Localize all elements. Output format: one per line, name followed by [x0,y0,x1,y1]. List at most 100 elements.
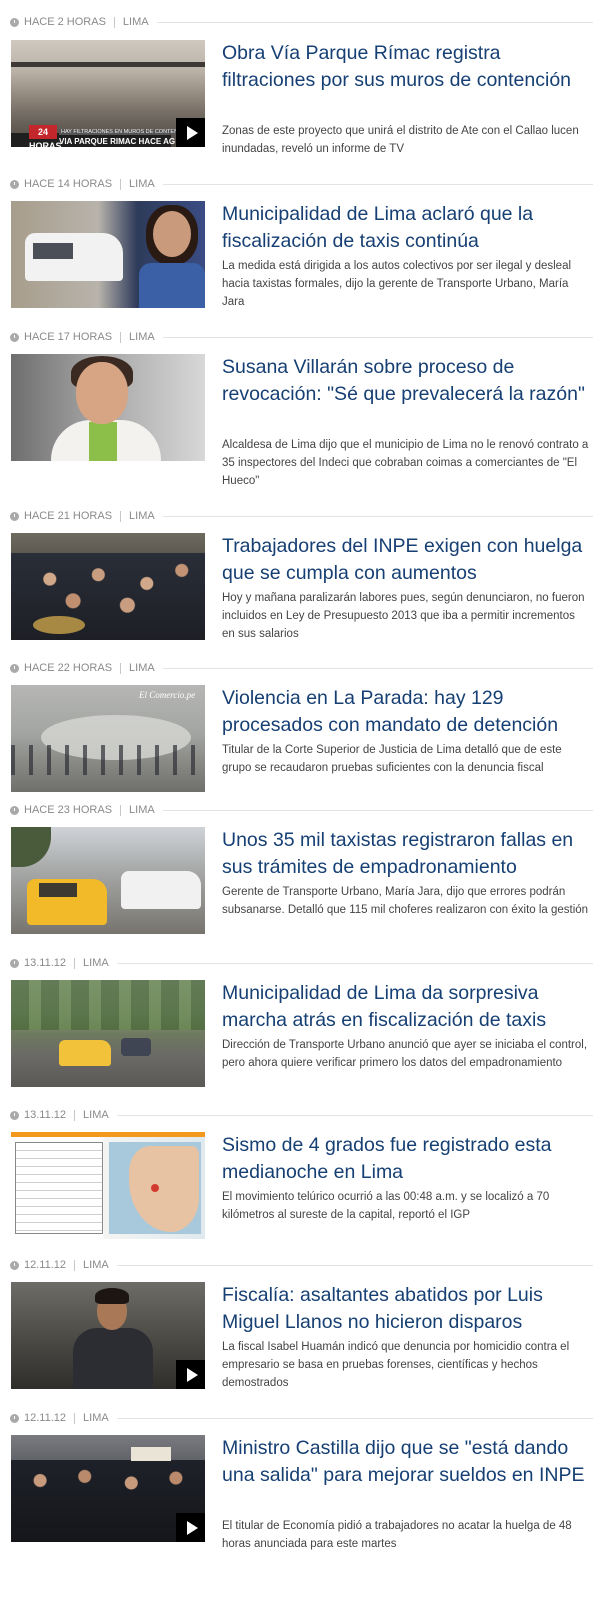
news-section-link[interactable]: LIMA [83,957,109,969]
clock-icon [10,958,19,968]
news-time: 12.11.12 [24,1412,67,1424]
car-window-shape [39,883,77,897]
news-time: HACE 17 HORAS [24,331,113,343]
news-section-link[interactable]: LIMA [83,1412,109,1424]
news-section-link[interactable]: LIMA [129,804,155,816]
news-headline-link[interactable]: Fiscalía: asaltantes abatidos por Luis M… [222,1282,597,1335]
news-meta: HACE 23 HORAS LIMA [10,803,163,817]
news-thumbnail[interactable]: 24 HORAS HAY FILTRACIONES EN MUROS DE CO… [11,40,205,147]
separator [120,178,122,190]
crowd-shape [11,745,205,775]
news-headline-link[interactable]: Municipalidad de Lima aclaró que la fisc… [222,201,597,254]
news-time: HACE 21 HORAS [24,510,113,522]
news-headline-link[interactable]: Trabajadores del INPE exigen con huelga … [222,533,597,586]
white-car-shape [121,871,201,909]
news-thumbnail[interactable] [11,827,205,934]
news-headline-link[interactable]: Unos 35 mil taxistas registraron fallas … [222,827,597,880]
news-headline-link[interactable]: Susana Villarán sobre proceso de revocac… [222,354,597,407]
news-thumbnail[interactable] [11,201,205,308]
clock-icon [10,663,19,673]
person-body-shape [73,1328,153,1389]
news-summary: La medida está dirigida a los autos cole… [222,260,572,308]
news-section-link[interactable]: LIMA [129,178,155,190]
trees-shape [11,980,205,1030]
person-vest-shape [139,263,205,308]
news-summary: Dirección de Transporte Urbano anunció q… [222,1039,588,1069]
news-time: 13.11.12 [24,1109,67,1121]
news-headline-link[interactable]: Sismo de 4 grados fue registrado esta me… [222,1132,597,1185]
separator [120,804,122,816]
news-section-link[interactable]: LIMA [123,16,149,28]
news-time: 13.11.12 [24,957,67,969]
clock-icon [10,805,19,815]
car-shape [121,1038,151,1056]
news-headline-link[interactable]: Ministro Castilla dijo que se "está dand… [222,1435,597,1488]
channel-logo: 24 HORAS [29,125,62,147]
news-section-link[interactable]: LIMA [129,331,155,343]
news-thumbnail[interactable] [11,533,205,640]
header-bar-shape [11,1132,205,1137]
ticker-subtext: HAY FILTRACIONES EN MUROS DE CONTENCION [59,129,194,135]
epicenter-marker-icon [151,1184,159,1192]
news-meta: 13.11.12 LIMA [10,956,117,970]
ticker-text: VIA PARQUE RIMAC HACE AG [59,137,176,146]
news-summary: Titular de la Corte Superior de Justicia… [222,744,562,774]
separator [74,1412,76,1424]
bridge-shape [11,62,205,67]
news-thumbnail[interactable] [11,1132,205,1239]
separator [120,510,122,522]
news-thumbnail[interactable] [11,1282,205,1389]
separator [74,1109,76,1121]
news-summary: La fiscal Isabel Huamán indicó que denun… [222,1341,570,1389]
clock-icon [10,332,19,342]
news-meta: 12.11.12 LIMA [10,1411,117,1425]
channel-logo-text: 24 HORAS [29,127,62,147]
play-video-icon[interactable] [176,1513,205,1542]
clock-icon [10,511,19,521]
clock-icon [10,17,19,27]
news-thumbnail[interactable]: El Comercio.pe [11,685,205,792]
news-time: 12.11.12 [24,1259,67,1271]
play-video-icon[interactable] [176,1360,205,1389]
clock-icon [10,1413,19,1423]
news-summary: El movimiento telúrico ocurrió a las 00:… [222,1191,550,1221]
news-meta: 13.11.12 LIMA [10,1108,117,1122]
news-meta: HACE 17 HORAS LIMA [10,330,163,344]
play-video-icon[interactable] [176,118,205,147]
news-section-link[interactable]: LIMA [83,1259,109,1271]
person-scarf-shape [89,422,117,461]
news-headline-link[interactable]: Obra Vía Parque Rímac registra filtracio… [222,40,597,93]
taxi-shape [59,1040,111,1066]
news-summary: El titular de Economía pidió a trabajado… [222,1520,572,1550]
protest-sign-shape [131,1447,171,1461]
news-section-link[interactable]: LIMA [129,662,155,674]
news-headline-link[interactable]: Violencia en La Parada: hay 129 procesad… [222,685,597,738]
news-time: HACE 2 HORAS [24,16,106,28]
clock-icon [10,1110,19,1120]
clock-icon [10,1260,19,1270]
news-headline-link[interactable]: Municipalidad de Lima da sorpresiva marc… [222,980,597,1033]
clock-icon [10,179,19,189]
tree-shape [11,827,51,867]
separator [120,662,122,674]
person-face-shape [153,211,191,257]
news-thumbnail[interactable] [11,354,205,461]
separator [113,16,115,28]
news-section-link[interactable]: LIMA [83,1109,109,1121]
separator [120,331,122,343]
news-time: HACE 22 HORAS [24,662,113,674]
news-meta: HACE 21 HORAS LIMA [10,509,163,523]
news-thumbnail[interactable] [11,980,205,1087]
separator [74,1259,76,1271]
person-hair-shape [95,1288,129,1304]
news-time: HACE 14 HORAS [24,178,113,190]
news-section-link[interactable]: LIMA [129,510,155,522]
news-summary: Gerente de Transporte Urbano, María Jara… [222,886,589,916]
news-thumbnail[interactable] [11,1435,205,1542]
news-meta: HACE 2 HORAS LIMA [10,15,157,29]
separator [74,957,76,969]
news-meta: HACE 14 HORAS LIMA [10,177,163,191]
news-summary: Zonas de este proyecto que unirá el dist… [222,125,579,155]
person-face-shape [76,362,128,424]
news-summary: Hoy y mañana paralizarán labores pues, s… [222,592,585,640]
